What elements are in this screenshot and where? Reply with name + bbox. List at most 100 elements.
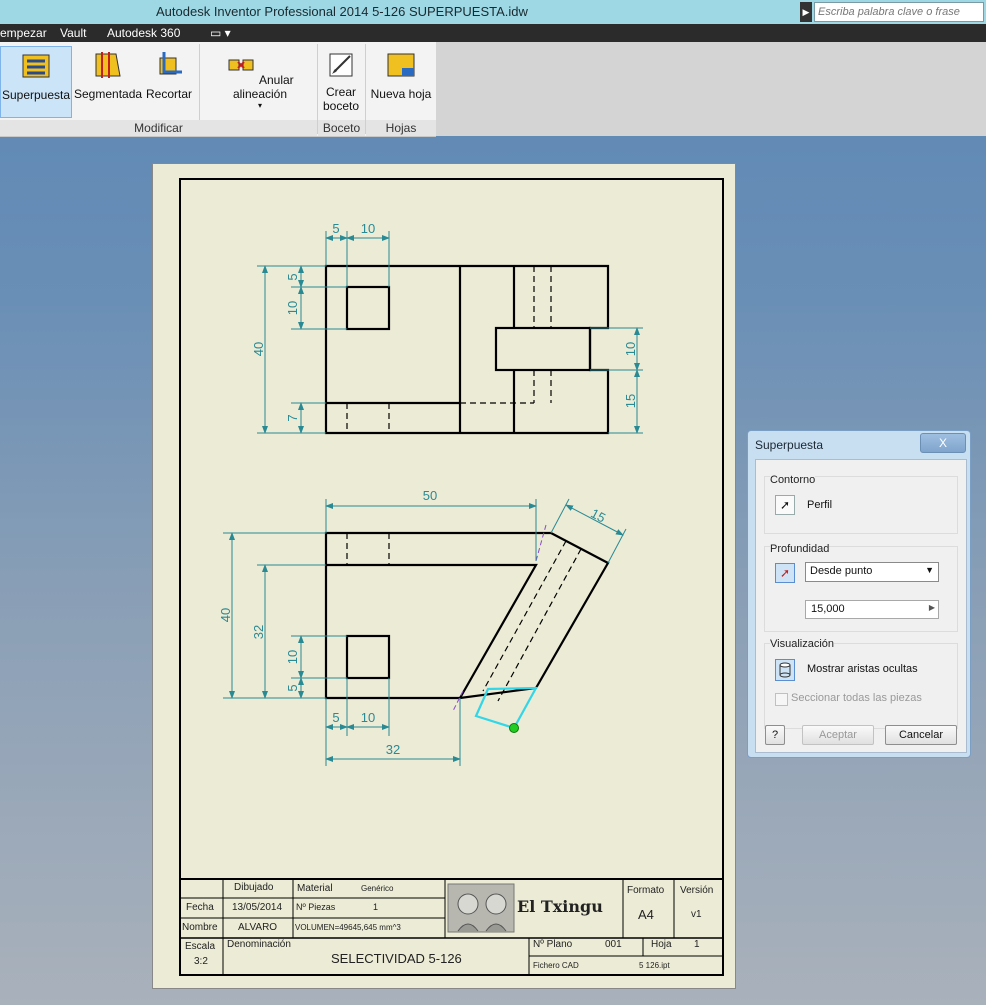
dim-bottom-32-vertical: 32 — [251, 625, 266, 639]
dim-bottom-5: 5 — [332, 710, 339, 725]
tb-denominacion-label: Denominación — [227, 939, 291, 950]
cancelar-button[interactable]: Cancelar — [885, 725, 957, 745]
help-button[interactable]: ? — [765, 725, 785, 745]
visualizacion-label: Visualización — [770, 638, 835, 650]
break-view-icon — [95, 52, 121, 78]
tb-nombre-label: Nombre — [182, 922, 218, 933]
menu-item-vault[interactable]: Vault — [60, 26, 86, 40]
hidden-edges-toggle[interactable] — [775, 659, 795, 681]
visualizacion-section — [764, 643, 958, 729]
segmentada-button[interactable]: Segmentada — [74, 46, 142, 118]
tb-material-label: Material — [297, 883, 333, 894]
dim-bottom-10-vertical: 10 — [285, 650, 300, 664]
hidden-edges-label: Mostrar aristas ocultas — [807, 663, 918, 675]
crear-boceto-label-2: boceto — [322, 99, 360, 113]
tb-piezas-label: Nº Piezas — [296, 902, 336, 912]
dim-15-oblique: 15 — [588, 506, 608, 526]
group-label-hojas: Hojas — [366, 120, 436, 136]
front-view-hidden-lines — [346, 266, 552, 433]
selection-highlight — [474, 686, 538, 730]
dim-bottom-10: 10 — [361, 710, 375, 725]
tb-escala-label: Escala — [185, 941, 216, 952]
section-all-checkbox[interactable] — [775, 693, 788, 706]
section-line — [452, 524, 547, 712]
crop-icon — [159, 52, 182, 75]
tb-volumen: VOLUMEN=49645,645 mm^3 — [295, 923, 401, 932]
dim-right-10: 10 — [623, 342, 638, 356]
dim-top-10: 10 — [361, 221, 375, 236]
aceptar-button[interactable]: Aceptar — [802, 725, 874, 745]
dim-50: 50 — [423, 488, 437, 503]
crear-boceto-button[interactable]: Crear boceto — [320, 46, 362, 118]
drawing-sheet[interactable]: 5 10 5 10 40 7 10 15 50 15 40 32 10 5 5 … — [152, 163, 736, 989]
dim-bottom-5-vertical: 5 — [285, 684, 300, 691]
dim-left-7: 7 — [285, 414, 300, 421]
dim-right-15: 15 — [623, 394, 638, 408]
dim-top-5: 5 — [332, 221, 339, 236]
segmentada-label: Segmentada — [74, 87, 143, 101]
tb-dibujado-label: Dibujado — [234, 882, 274, 893]
perfil-select-button[interactable]: ➚ — [775, 495, 795, 515]
front-view[interactable] — [324, 264, 610, 435]
depth-value: 15,000 — [811, 603, 845, 615]
create-sketch-icon — [329, 53, 353, 77]
dialog-title: Superpuesta — [755, 438, 824, 452]
tb-material-value: Genérico — [361, 884, 394, 893]
menu-item-empezar[interactable]: empezar — [0, 26, 47, 40]
dialog-body: Contorno ➚ Perfil Profundidad ➚ Desde pu… — [755, 459, 967, 753]
anular-alineacion-button[interactable]: Anular alineación ▾ — [210, 46, 310, 118]
new-sheet-icon — [387, 53, 415, 77]
depth-point-select-button[interactable]: ➚ — [775, 563, 795, 583]
nueva-hoja-label: Nueva hoja — [370, 87, 432, 101]
ribbon-empty-area — [436, 42, 986, 136]
group-label-boceto: Boceto — [318, 120, 365, 136]
depth-value-input[interactable]: 15,000 ▶ — [805, 600, 939, 619]
tb-version-label: Versión — [680, 885, 714, 896]
top-view[interactable] — [324, 531, 610, 700]
depth-type-select[interactable]: Desde punto ▼ — [805, 562, 939, 582]
ribbon-panel: Superpuesta Segmentada Recortar Anular a… — [0, 42, 436, 137]
tb-plano-label: Nº Plano — [533, 939, 573, 950]
section-all-label: Seccionar todas las piezas — [791, 692, 922, 704]
contorno-label: Contorno — [770, 474, 816, 486]
superpuesta-button[interactable]: Superpuesta — [0, 46, 72, 118]
crear-boceto-label-1: Crear — [325, 85, 356, 99]
sheet-border — [179, 178, 724, 976]
top-view-hidden-lines — [346, 533, 582, 702]
tb-logo-text: El Txingu — [517, 897, 603, 916]
recortar-button[interactable]: Recortar — [144, 46, 194, 118]
profundidad-section — [764, 546, 958, 632]
logo-image — [447, 883, 515, 933]
tb-escala-value: 3:2 — [194, 956, 208, 967]
group-label-modificar: Modificar — [0, 120, 317, 136]
overlay-view-icon — [22, 54, 50, 78]
dim-left-40: 40 — [251, 342, 266, 356]
tb-formato-label: Formato — [627, 885, 665, 896]
tb-denominacion-value: SELECTIVIDAD 5-126 — [331, 951, 462, 966]
dim-bottom-40: 40 — [218, 608, 233, 622]
chevron-right-icon: ▶ — [928, 603, 935, 612]
window-title: Autodesk Inventor Professional 2014 5-12… — [156, 4, 528, 19]
depth-point-marker[interactable] — [509, 723, 519, 733]
tb-formato-value: A4 — [638, 907, 654, 922]
menu-item-panel-toggle[interactable]: ▭ ▾ — [210, 26, 231, 40]
tb-fecha-label: Fecha — [186, 902, 214, 913]
nueva-hoja-button[interactable]: Nueva hoja — [368, 46, 434, 118]
drawing-canvas[interactable]: 5 10 5 10 40 7 10 15 50 15 40 32 10 5 5 … — [153, 164, 737, 990]
tb-fichero-label: Fichero CAD — [533, 961, 579, 970]
profundidad-label: Profundidad — [770, 543, 830, 555]
tb-nombre-value: ALVARO — [238, 922, 278, 933]
tb-hoja-value: 1 — [694, 939, 700, 950]
menu-item-autodesk-360[interactable]: Autodesk 360 — [107, 26, 180, 40]
search-input[interactable]: Escriba palabra clave o frase — [814, 2, 984, 22]
break-alignment-icon — [228, 59, 254, 71]
dim-left-5: 5 — [285, 273, 300, 280]
dropdown-arrow-icon: ▾ — [257, 101, 262, 110]
tb-hoja-label: Hoja — [651, 939, 672, 950]
perfil-label: Perfil — [807, 499, 833, 511]
cylinder-icon — [779, 662, 791, 678]
tb-plano-value: 001 — [605, 939, 622, 950]
dialog-close-button[interactable]: X — [920, 433, 966, 453]
search-expand-icon[interactable]: ▶ — [800, 2, 812, 22]
dim-left-10: 10 — [285, 301, 300, 315]
